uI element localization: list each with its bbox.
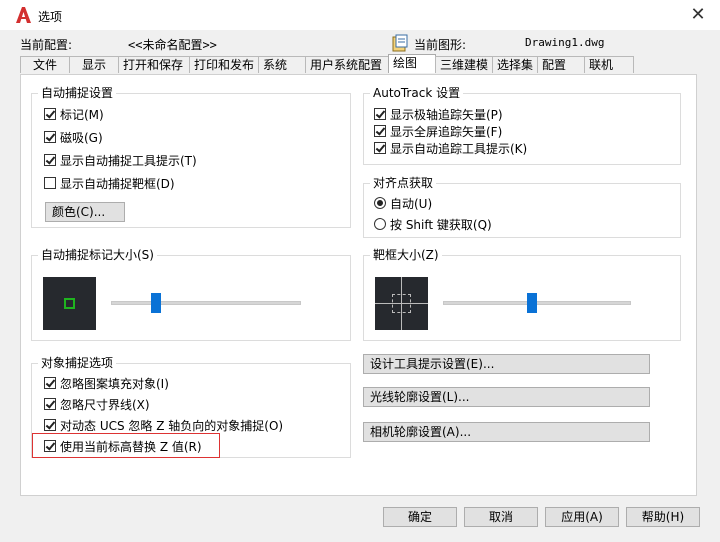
checkbox-label: 忽略图案填充对象(I) (60, 376, 169, 391)
current-drawing-value: Drawing1.dwg (525, 36, 605, 49)
autotrack-settings-title: AutoTrack 设置 (370, 86, 464, 100)
checkbox-label: 对动态 UCS 忽略 Z 轴负向的对象捕捉(O) (60, 418, 284, 433)
radio-shift-acquire[interactable]: 按 Shift 键获取(Q) (374, 216, 492, 232)
drafting-tooltip-settings-button[interactable]: 设计工具提示设置(E)... (363, 354, 650, 374)
checkbox-box[interactable] (374, 125, 386, 137)
cancel-button[interactable]: 取消 (464, 507, 538, 527)
apply-button[interactable]: 应用(A) (545, 507, 619, 527)
alignment-acquisition-title: 对齐点获取 (370, 176, 437, 190)
current-profile-value: <<未命名配置>> (128, 38, 217, 52)
tab-system[interactable]: 系统 (258, 56, 306, 73)
current-drawing-label: 当前图形: (414, 38, 467, 52)
aperture-preview (375, 277, 428, 330)
checkbox-box[interactable] (374, 108, 386, 120)
tab-3d-modeling[interactable]: 三维建模 (435, 56, 493, 73)
radio-automatic[interactable]: 自动(U) (374, 195, 432, 211)
checkbox-magnet[interactable]: 磁吸(G) (44, 129, 103, 145)
tab-bar: 文件 显示 打开和保存 打印和发布 系统 用户系统配置 绘图 三维建模 选择集 … (20, 54, 634, 74)
tab-drafting[interactable]: 绘图 (388, 54, 436, 73)
alignment-acquisition-group: 对齐点获取 自动(U) 按 Shift 键获取(Q) (363, 176, 681, 238)
drawing-file-icon (392, 34, 408, 52)
aperture-size-slider[interactable] (443, 301, 631, 305)
autosnap-settings-title: 自动捕捉设置 (38, 86, 117, 100)
checkbox-box[interactable] (44, 419, 56, 431)
ok-button[interactable]: 确定 (383, 507, 457, 527)
checkbox-box[interactable] (44, 131, 56, 143)
tab-open-save[interactable]: 打开和保存 (118, 56, 190, 73)
profile-row: 当前配置: <<未命名配置>> 当前图形: Drawing1.dwg (0, 34, 720, 56)
cameras-glyph-settings-button[interactable]: 相机轮廓设置(A)... (363, 422, 650, 442)
tab-plot-publish[interactable]: 打印和发布 (189, 56, 259, 73)
radio-button[interactable] (374, 218, 386, 230)
aperture-size-group: 靶框大小(Z) (363, 248, 681, 341)
checkbox-label: 标记(M) (60, 107, 104, 122)
checkbox-label: 显示自动追踪工具提示(K) (390, 141, 528, 156)
checkbox-autotrack-tooltip[interactable]: 显示自动追踪工具提示(K) (374, 140, 527, 156)
tab-profiles[interactable]: 配置 (537, 56, 585, 73)
marker-size-slider-thumb[interactable] (150, 293, 161, 313)
marker-size-title: 自动捕捉标记大小(S) (38, 248, 157, 262)
tab-online[interactable]: 联机 (584, 56, 634, 73)
radio-label: 按 Shift 键获取(Q) (390, 217, 492, 232)
marker-size-group: 自动捕捉标记大小(S) (31, 248, 351, 341)
marker-preview (43, 277, 96, 330)
colors-button[interactable]: 颜色(C)... (45, 202, 125, 222)
checkbox-box[interactable] (44, 398, 56, 410)
drafting-panel: 自动捕捉设置 标记(M) 磁吸(G) 显示自动捕捉工具提示(T) 显示自动捕捉靶… (20, 74, 697, 496)
autosnap-settings-group: 自动捕捉设置 标记(M) 磁吸(G) 显示自动捕捉工具提示(T) 显示自动捕捉靶… (31, 86, 351, 228)
osnap-options-title: 对象捕捉选项 (38, 356, 117, 370)
window-title: 选项 (38, 10, 63, 24)
aperture-size-title: 靶框大小(Z) (370, 248, 442, 262)
marker-size-slider[interactable] (111, 301, 301, 305)
checkbox-label: 磁吸(G) (60, 130, 103, 145)
tab-display[interactable]: 显示 (69, 56, 119, 73)
checkbox-autosnap-tooltip[interactable]: 显示自动捕捉工具提示(T) (44, 152, 197, 168)
checkbox-ignore-dimension-extension[interactable]: 忽略尺寸界线(X) (44, 396, 150, 412)
checkbox-ignore-negative-z[interactable]: 对动态 UCS 忽略 Z 轴负向的对象捕捉(O) (44, 417, 283, 433)
checkbox-ignore-hatch[interactable]: 忽略图案填充对象(I) (44, 375, 169, 391)
checkbox-fullscreen-tracking-vector[interactable]: 显示全屏追踪矢量(F) (374, 123, 502, 139)
autocad-logo-icon (16, 7, 31, 23)
checkbox-polar-tracking-vector[interactable]: 显示极轴追踪矢量(P) (374, 106, 503, 122)
checkbox-label: 显示自动捕捉靶框(D) (60, 176, 175, 191)
tab-files[interactable]: 文件 (20, 56, 70, 73)
checkbox-box[interactable] (44, 108, 56, 120)
help-button[interactable]: 帮助(H) (626, 507, 700, 527)
checkbox-label: 显示自动捕捉工具提示(T) (60, 153, 197, 168)
checkbox-box[interactable] (374, 142, 386, 154)
radio-button[interactable] (374, 197, 386, 209)
aperture-size-slider-thumb[interactable] (526, 293, 537, 313)
snap-marker-icon (64, 298, 75, 309)
checkbox-box[interactable] (44, 377, 56, 389)
checkbox-box[interactable] (44, 154, 56, 166)
lights-glyph-settings-button[interactable]: 光线轮廓设置(L)... (363, 387, 650, 407)
tab-selection[interactable]: 选择集 (492, 56, 538, 73)
title-bar: 选项 ✕ (0, 0, 720, 30)
radio-label: 自动(U) (390, 196, 433, 211)
highlight-box (32, 433, 220, 458)
checkbox-marker[interactable]: 标记(M) (44, 106, 104, 122)
current-profile-label: 当前配置: (20, 38, 73, 52)
tab-user-preferences[interactable]: 用户系统配置 (305, 56, 389, 73)
checkbox-label: 显示全屏追踪矢量(F) (390, 124, 503, 139)
checkbox-box[interactable] (44, 177, 56, 189)
checkbox-autosnap-aperture[interactable]: 显示自动捕捉靶框(D) (44, 175, 175, 191)
aperture-box-icon (392, 294, 411, 313)
close-icon[interactable]: ✕ (688, 5, 708, 25)
autotrack-settings-group: AutoTrack 设置 显示极轴追踪矢量(P) 显示全屏追踪矢量(F) 显示自… (363, 86, 681, 165)
checkbox-label: 显示极轴追踪矢量(P) (390, 107, 503, 122)
checkbox-label: 忽略尺寸界线(X) (60, 397, 150, 412)
